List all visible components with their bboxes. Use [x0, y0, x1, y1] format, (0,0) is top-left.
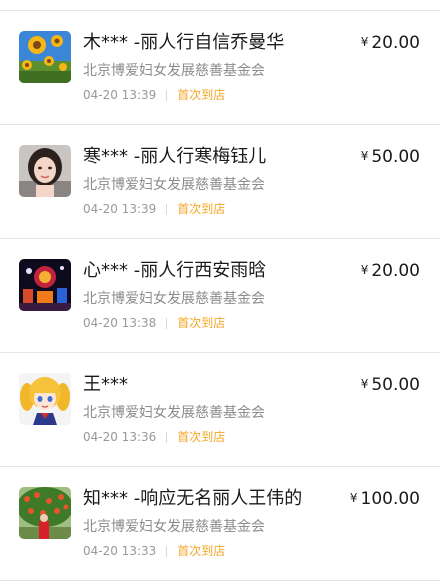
status-badge: 首次到店	[177, 430, 226, 444]
currency-symbol: ¥	[360, 149, 369, 163]
meta-row: 04-20 13:36 首次到店	[83, 428, 225, 446]
donation-amount: ¥50.00	[361, 373, 420, 398]
organization-name: 北京博爱妇女发展慈善基金会	[83, 291, 265, 307]
list-item[interactable]: 知*** -响应无名丽人王伟的 北京博爱妇女发展慈善基金会 04-20 13:3…	[0, 467, 440, 581]
amount-value: 100.00	[360, 489, 420, 509]
separator	[166, 431, 168, 443]
currency-symbol: ¥	[360, 35, 369, 49]
sunflower-photo-icon	[19, 31, 71, 83]
currency-symbol: ¥	[360, 263, 369, 277]
list-item[interactable]: 木*** -丽人行自信乔曼华 北京博爱妇女发展慈善基金会 04-20 13:39…	[0, 11, 440, 125]
meta-row: 04-20 13:38 首次到店	[83, 314, 225, 332]
timestamp: 04-20 13:33	[83, 544, 157, 558]
donation-amount: ¥20.00	[361, 259, 420, 284]
donor-title: 木*** -丽人行自信乔曼华	[83, 32, 285, 53]
woman-portrait-photo-icon	[19, 145, 71, 197]
donation-amount: ¥50.00	[361, 145, 420, 170]
amount-value: 20.00	[371, 33, 420, 53]
currency-symbol: ¥	[349, 491, 358, 505]
meta-row: 04-20 13:39 首次到店	[83, 86, 225, 104]
status-badge: 首次到店	[177, 202, 226, 216]
donor-title: 知*** -响应无名丽人王伟的	[83, 488, 303, 509]
timestamp: 04-20 13:39	[83, 202, 157, 216]
list-item[interactable]: 心*** -丽人行西安雨晗 北京博爱妇女发展慈善基金会 04-20 13:38 …	[0, 239, 440, 353]
donation-amount: ¥20.00	[361, 31, 420, 56]
amount-value: 50.00	[371, 375, 420, 395]
organization-name: 北京博爱妇女发展慈善基金会	[83, 519, 265, 535]
separator	[166, 317, 168, 329]
separator	[166, 203, 168, 215]
separator	[166, 89, 168, 101]
organization-name: 北京博爱妇女发展慈善基金会	[83, 405, 265, 421]
meta-row: 04-20 13:39 首次到店	[83, 200, 225, 218]
timestamp: 04-20 13:36	[83, 430, 157, 444]
status-badge: 首次到店	[177, 316, 226, 330]
list-item[interactable]: 寒*** -丽人行寒梅钰儿 北京博爱妇女发展慈善基金会 04-20 13:39 …	[0, 125, 440, 239]
donor-title: 王***	[83, 374, 128, 395]
fruit-tree-photo-icon	[19, 487, 71, 539]
donation-amount: ¥100.00	[350, 487, 420, 512]
anime-girl-avatar-icon	[19, 373, 71, 425]
amount-value: 50.00	[371, 147, 420, 167]
organization-name: 北京博爱妇女发展慈善基金会	[83, 63, 265, 79]
organization-name: 北京博爱妇女发展慈善基金会	[83, 177, 265, 193]
meta-row: 04-20 13:33 首次到店	[83, 542, 225, 560]
timestamp: 04-20 13:39	[83, 88, 157, 102]
donor-title: 寒*** -丽人行寒梅钰儿	[83, 146, 267, 167]
status-badge: 首次到店	[177, 88, 226, 102]
night-lanterns-photo-icon	[19, 259, 71, 311]
donor-title: 心*** -丽人行西安雨晗	[83, 260, 267, 281]
timestamp: 04-20 13:38	[83, 316, 157, 330]
donation-list: 木*** -丽人行自信乔曼华 北京博爱妇女发展慈善基金会 04-20 13:39…	[0, 11, 440, 581]
list-item[interactable]: 王*** 北京博爱妇女发展慈善基金会 04-20 13:36 首次到店 ¥50.…	[0, 353, 440, 467]
separator	[166, 545, 168, 557]
amount-value: 20.00	[371, 261, 420, 281]
currency-symbol: ¥	[360, 377, 369, 391]
status-badge: 首次到店	[177, 544, 226, 558]
